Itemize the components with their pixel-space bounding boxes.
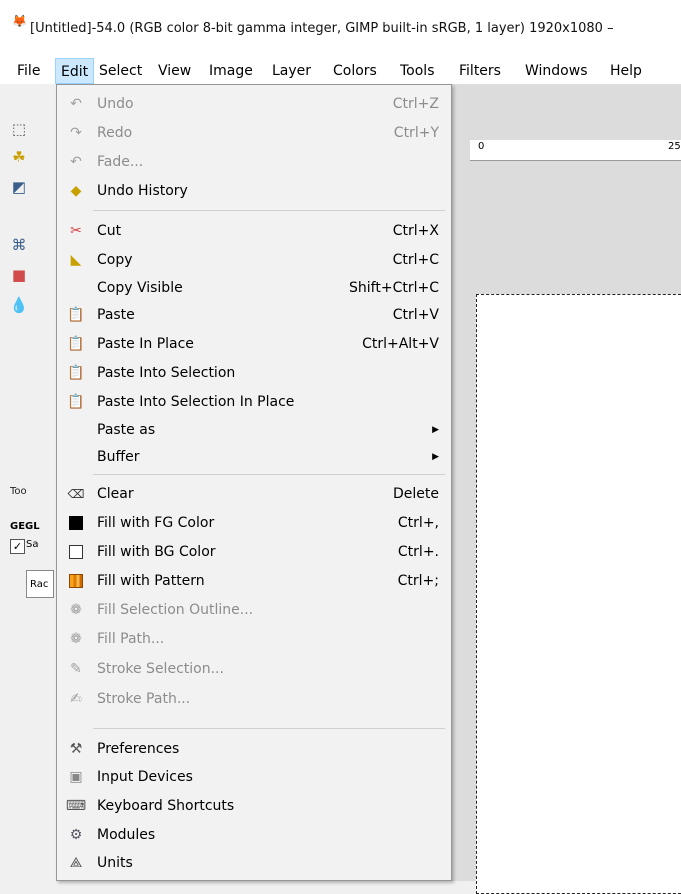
menu-item-undo-history[interactable]: ◆ Undo History — [57, 177, 451, 205]
redo-icon: ↷ — [70, 125, 82, 141]
menu-item-fill-pattern[interactable]: Fill with Pattern Ctrl+; — [57, 567, 451, 595]
ruler-start: 0 — [478, 141, 485, 152]
menu-item-preferences[interactable]: ⚒ Preferences — [57, 735, 451, 763]
wilber-icon: 🦊 — [12, 14, 27, 28]
menu-view[interactable]: View — [158, 58, 191, 84]
menu-item-paste-in-place[interactable]: 📋 Paste In Place Ctrl+Alt+V — [57, 330, 451, 358]
sample-checkbox[interactable]: ✓ — [10, 539, 25, 554]
submenu-arrow-icon: ▶ — [432, 425, 439, 435]
menu-file[interactable]: File — [17, 58, 40, 84]
menu-select[interactable]: Select — [99, 58, 142, 84]
ruler-end: 25 — [668, 141, 681, 152]
paint-icon[interactable]: ■ — [8, 264, 30, 286]
modules-icon: ⚙ — [69, 827, 83, 843]
menu-bar: File Edit Select View Image Layer Colors… — [0, 58, 681, 84]
menu-item-fill-fg[interactable]: Fill with FG Color Ctrl+, — [57, 509, 451, 537]
gegl-label: GEGL — [10, 521, 40, 532]
menu-item-fill-selection-outline[interactable]: ❁ Fill Selection Outline... — [57, 596, 451, 624]
menu-item-fade[interactable]: ↶ Fade... — [57, 148, 451, 176]
menu-filters[interactable]: Filters — [459, 58, 501, 84]
menu-item-paste[interactable]: 📋 Paste Ctrl+V — [57, 301, 451, 329]
edit-menu: ↶ Undo Ctrl+Z ↷ Redo Ctrl+Y ↶ Fade... ◆ … — [56, 84, 452, 881]
radius-field[interactable]: Rac — [26, 570, 54, 598]
transform-icon[interactable]: ◩ — [8, 176, 30, 198]
fuzzy-select-icon[interactable]: ☘ — [8, 146, 30, 168]
stroke-selection-icon: ✎ — [70, 661, 82, 677]
menu-separator — [93, 210, 445, 211]
dodge-icon[interactable]: 💧 — [8, 294, 30, 316]
stroke-path-icon: ✍ — [70, 691, 82, 707]
menu-layer[interactable]: Layer — [272, 58, 311, 84]
fill-path-icon: ❁ — [70, 631, 82, 647]
input-devices-icon: ▣ — [69, 769, 83, 785]
menu-help[interactable]: Help — [610, 58, 642, 84]
copy-icon: ◣ — [70, 252, 82, 268]
menu-item-copy-visible[interactable]: Copy Visible Shift+Ctrl+C — [57, 274, 451, 302]
sample-checkbox-label: Sa — [26, 539, 39, 550]
undo-history-icon: ◆ — [70, 183, 82, 199]
warp-icon[interactable]: ⌘ — [8, 234, 30, 256]
menu-item-paste-as[interactable]: Paste as ▶ — [57, 416, 451, 444]
menu-item-paste-into-selection[interactable]: 📋 Paste Into Selection — [57, 359, 451, 387]
clear-icon: ⌫ — [67, 487, 85, 501]
preferences-icon: ⚒ — [69, 741, 83, 757]
menu-item-fill-path[interactable]: ❁ Fill Path... — [57, 625, 451, 653]
menu-windows[interactable]: Windows — [525, 58, 588, 84]
menu-separator — [93, 728, 445, 729]
menu-item-buffer[interactable]: Buffer ▶ — [57, 443, 451, 471]
rect-select-icon[interactable]: ⬚ — [8, 118, 30, 140]
menu-item-paste-into-selection-in-place[interactable]: 📋 Paste Into Selection In Place — [57, 388, 451, 416]
menu-item-units[interactable]: ⟁ Units — [57, 849, 451, 877]
horizontal-ruler: 0 25 — [470, 140, 681, 161]
menu-image[interactable]: Image — [209, 58, 253, 84]
menu-item-fill-bg[interactable]: Fill with BG Color Ctrl+. — [57, 538, 451, 566]
paste-into-icon: 📋 — [67, 365, 85, 381]
paste-into-in-place-icon: 📋 — [67, 394, 85, 410]
menu-tools[interactable]: Tools — [400, 58, 435, 84]
menu-item-stroke-selection[interactable]: ✎ Stroke Selection... — [57, 655, 451, 683]
bg-swatch-icon — [69, 545, 83, 559]
paste-in-place-icon: 📋 — [67, 336, 85, 352]
tool-options-tab[interactable]: Too — [10, 486, 27, 497]
units-icon: ⟁ — [69, 855, 83, 871]
menu-item-cut[interactable]: ✂ Cut Ctrl+X — [57, 217, 451, 245]
menu-item-clear[interactable]: ⌫ Clear Delete — [57, 480, 451, 508]
fill-outline-icon: ❁ — [70, 602, 82, 618]
menu-item-keyboard-shortcuts[interactable]: ⌨ Keyboard Shortcuts — [57, 792, 451, 820]
title-bar: 🦊 [Untitled]-54.0 (RGB color 8-bit gamma… — [0, 0, 681, 60]
submenu-arrow-icon: ▶ — [432, 452, 439, 462]
menu-colors[interactable]: Colors — [333, 58, 377, 84]
menu-edit[interactable]: Edit — [55, 58, 95, 84]
window-title: [Untitled]-54.0 (RGB color 8-bit gamma i… — [30, 21, 614, 36]
menu-item-input-devices[interactable]: ▣ Input Devices — [57, 763, 451, 791]
menu-item-redo[interactable]: ↷ Redo Ctrl+Y — [57, 119, 451, 147]
menu-item-stroke-path[interactable]: ✍ Stroke Path... — [57, 685, 451, 713]
paste-icon: 📋 — [67, 307, 85, 323]
keyboard-icon: ⌨ — [65, 798, 87, 814]
menu-separator — [93, 474, 445, 475]
fg-swatch-icon — [69, 516, 83, 530]
toolbox: ⬚ ☘ ◩ ⌘ ■ 💧 Too GEGL ✓ Sa Rac — [0, 84, 56, 881]
menu-item-copy[interactable]: ◣ Copy Ctrl+C — [57, 246, 451, 274]
undo-icon: ↶ — [70, 96, 82, 112]
menu-item-undo[interactable]: ↶ Undo Ctrl+Z — [57, 90, 451, 118]
fade-icon: ↶ — [70, 154, 82, 170]
scissors-icon: ✂ — [70, 223, 82, 239]
menu-item-modules[interactable]: ⚙ Modules — [57, 821, 451, 849]
pattern-icon — [69, 574, 83, 588]
image-canvas[interactable] — [476, 294, 681, 894]
